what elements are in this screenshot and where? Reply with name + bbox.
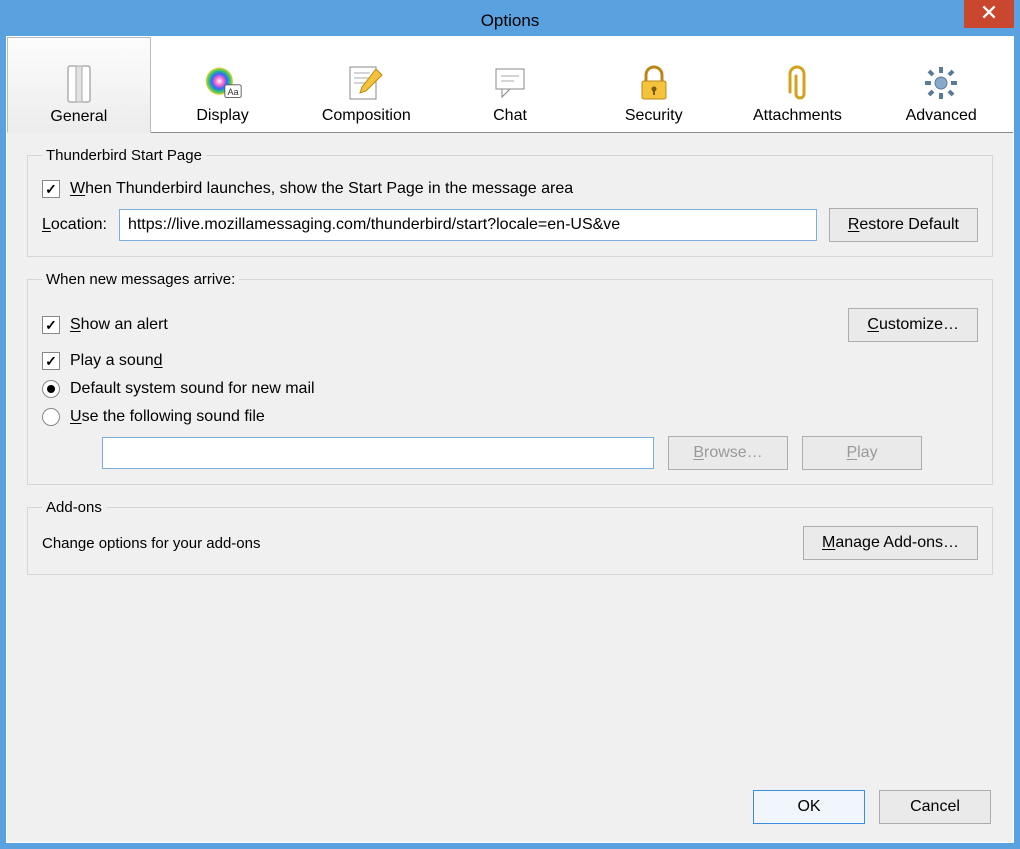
tab-advanced[interactable]: Advanced	[869, 37, 1013, 132]
play-sound-checkbox[interactable]	[42, 352, 60, 370]
chat-icon	[490, 63, 530, 103]
category-tabbar: General Aa Display	[7, 37, 1013, 133]
attachments-icon	[777, 63, 817, 103]
startpage-legend: Thunderbird Start Page	[42, 147, 206, 164]
addons-legend: Add-ons	[42, 499, 106, 516]
ok-button[interactable]: OK	[753, 790, 865, 824]
options-window: Options General	[0, 0, 1020, 849]
custom-sound-label[interactable]: Use the following sound file	[70, 408, 265, 426]
tab-advanced-label: Advanced	[906, 107, 977, 125]
startpage-group: Thunderbird Start Page When Thunderbird …	[27, 147, 993, 257]
newmessages-legend: When new messages arrive:	[42, 271, 239, 288]
tab-display[interactable]: Aa Display	[151, 37, 295, 132]
tab-security-label: Security	[625, 107, 683, 125]
manage-addons-button[interactable]: Manage Add-ons…	[803, 526, 978, 560]
tab-attachments-label: Attachments	[753, 107, 842, 125]
startpage-show-label[interactable]: When Thunderbird launches, show the Star…	[70, 180, 573, 198]
tab-general-label: General	[50, 108, 107, 126]
composition-icon	[346, 63, 386, 103]
show-alert-checkbox[interactable]	[42, 316, 60, 334]
tab-general[interactable]: General	[7, 37, 151, 133]
tab-chat[interactable]: Chat	[438, 37, 582, 132]
tab-security[interactable]: Security	[582, 37, 726, 132]
play-sound-button[interactable]: Play	[802, 436, 922, 470]
custom-sound-radio[interactable]	[42, 408, 60, 426]
dialog-footer: OK Cancel	[753, 790, 991, 824]
general-panel: Thunderbird Start Page When Thunderbird …	[7, 133, 1013, 603]
general-icon	[59, 64, 99, 104]
tab-composition-label: Composition	[322, 107, 411, 125]
display-icon: Aa	[203, 63, 243, 103]
restore-default-button[interactable]: Restore Default	[829, 208, 978, 242]
addons-description: Change options for your add-ons	[42, 535, 260, 552]
tab-composition[interactable]: Composition	[294, 37, 438, 132]
sound-file-input[interactable]	[102, 437, 654, 469]
startpage-show-checkbox[interactable]	[42, 180, 60, 198]
tab-display-label: Display	[196, 107, 248, 125]
default-sound-radio[interactable]	[42, 380, 60, 398]
window-close-button[interactable]	[964, 0, 1014, 28]
default-sound-label[interactable]: Default system sound for new mail	[70, 380, 315, 398]
newmessages-group: When new messages arrive: Show an alert …	[27, 271, 993, 485]
startpage-location-label: Location:	[42, 216, 107, 234]
startpage-location-input[interactable]	[119, 209, 817, 241]
browse-sound-button[interactable]: Browse…	[668, 436, 788, 470]
show-alert-label[interactable]: Show an alert	[70, 316, 168, 334]
cancel-button[interactable]: Cancel	[879, 790, 991, 824]
tab-attachments[interactable]: Attachments	[726, 37, 870, 132]
close-icon	[982, 5, 996, 24]
window-title: Options	[481, 11, 540, 31]
security-icon	[634, 63, 674, 103]
titlebar: Options	[6, 6, 1014, 36]
play-sound-label[interactable]: Play a sound	[70, 352, 163, 370]
tab-chat-label: Chat	[493, 107, 527, 125]
advanced-icon	[921, 63, 961, 103]
dialog-body: General Aa Display	[6, 36, 1014, 843]
svg-text:Aa: Aa	[227, 87, 239, 97]
addons-group: Add-ons Change options for your add-ons …	[27, 499, 993, 575]
customize-alert-button[interactable]: Customize…	[848, 308, 978, 342]
